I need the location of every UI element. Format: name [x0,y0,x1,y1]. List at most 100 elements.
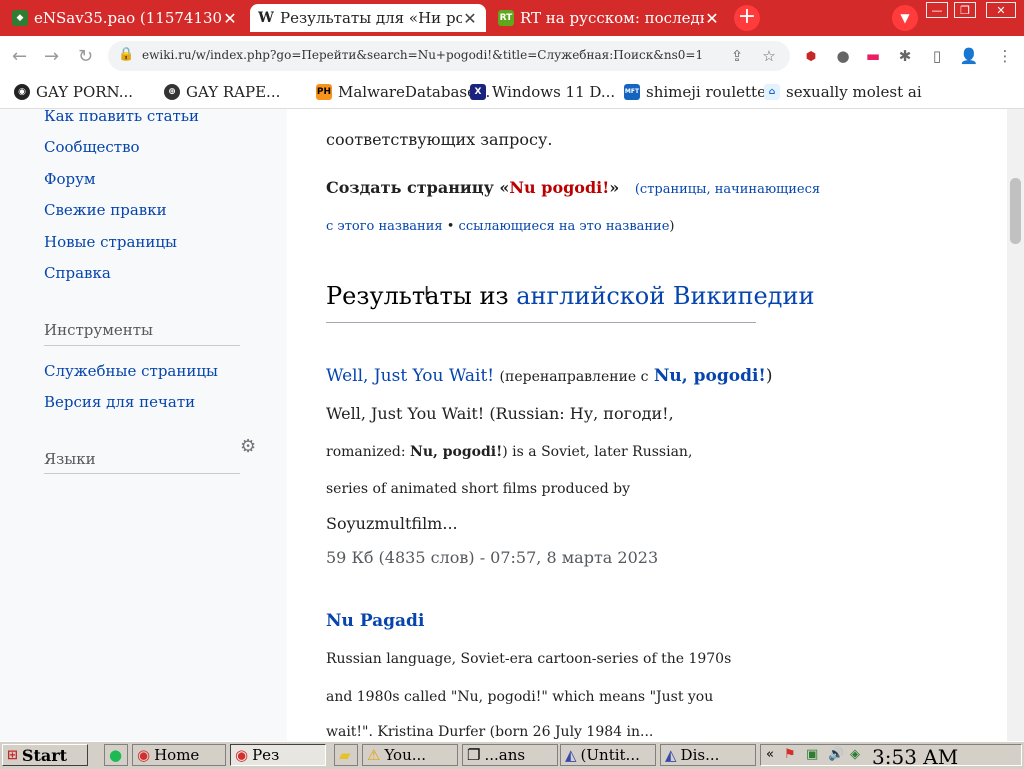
taskbar-app[interactable]: ◭ Dis... [660,744,756,766]
result-snippet: Soyuzmultfilm... [326,514,458,533]
result-snippet: series of animated short films produced … [326,481,631,497]
back-icon[interactable]: ← [12,46,27,67]
create-page-line: Создать страницу «Nu pogodi!» (страницы,… [326,178,821,197]
result-title-link[interactable]: Nu Pagadi [326,611,424,631]
create-page-link[interactable]: Nu pogodi! [509,178,609,197]
chrome-icon: ◉ [235,746,249,764]
what-links-here-link[interactable]: ссылающиеся на это название [459,219,670,234]
menu-icon[interactable]: ⋮ [994,45,1016,67]
star-icon[interactable]: ☆ [758,45,780,67]
taskbar-app[interactable]: ◭ (Untit... [560,744,656,766]
gear-icon[interactable]: ⚙ [240,436,256,457]
close-icon[interactable]: ✕ [704,9,720,28]
sidebar-item-recent-changes[interactable]: Свежие правки [44,201,167,219]
tray-app-icon[interactable]: ◈ [850,747,860,762]
tab-image[interactable]: ◆ eNSav35.pao (115741306 ✕ [4,4,246,32]
extension-flag-icon[interactable]: ▬ [862,45,884,67]
tools-heading: Инструменты [44,321,153,339]
chrome-icon: ◉ [137,746,151,764]
image-viewer-icon: ◆ [12,10,28,26]
sidebar-item-community[interactable]: Сообщество [44,138,140,156]
network-icon[interactable]: ▣ [806,747,818,762]
bookmark-logo-icon: ⌂ [764,84,780,100]
divider [326,322,756,323]
profile-icon[interactable]: 👤 [958,45,980,67]
paint-icon: ◭ [565,746,577,764]
wikipedia-icon: W [258,10,274,26]
flag-icon[interactable]: ⚑ [784,747,796,762]
reload-icon[interactable]: ↻ [78,46,93,67]
window-close-button[interactable]: ✕ [986,2,1016,18]
sidebar-item-help[interactable]: Справка [44,264,111,282]
share-icon[interactable]: ⇪ [726,45,748,67]
tray-expand-icon[interactable]: « [766,747,774,762]
paint-icon: ◭ [665,746,677,764]
prefix-pages-link-cont[interactable]: с этого названия [326,219,443,234]
tab-title: eNSav35.pao (115741306 [34,9,222,27]
create-page-note: с этого названия • ссылающиеся на это на… [326,219,675,234]
forward-icon[interactable]: → [44,46,59,67]
english-wikipedia-link[interactable]: английской Википедии [516,282,814,310]
warning-icon: ⚠ [367,746,381,764]
extension-avatar-icon[interactable]: ● [832,45,854,67]
sidebar-item-print-version[interactable]: Версия для печати [44,393,195,411]
tab-rt[interactable]: RT RT на русском: последни ✕ [490,4,728,32]
start-button[interactable]: ⊞ Start [2,744,88,766]
new-tab-button[interactable]: + [734,5,760,31]
result-snippet: Russian language, Soviet-era cartoon-ser… [326,651,732,667]
bookmark-item[interactable]: PH MalwareDatabase... [316,80,490,104]
result-title-link[interactable]: Well, Just You Wait! [326,366,494,386]
languages-heading: Языки [44,450,96,468]
restore-button[interactable]: ❐ [954,2,976,18]
divider [44,473,240,474]
bookmark-item[interactable]: MFT shimeji roulette [624,80,766,104]
redirect-link[interactable]: Nu, pogodi! [654,366,766,386]
prefix-pages-link[interactable]: (страницы, начинающиеся [635,182,820,197]
bookmark-item[interactable]: ◉ GAY PORN... [14,80,133,104]
puzzle-icon[interactable]: ✱ [894,45,916,67]
taskbar-app[interactable]: ▰ [334,744,358,766]
taskbar-app[interactable]: ◉ Home [132,744,226,766]
divider [44,345,240,346]
sidebar-item-help-edit[interactable]: Как править статьи [44,107,199,121]
text-cursor-icon: I [424,283,430,304]
interwiki-heading: Результаты из английской Википедии [326,282,815,310]
sidebar-item-special-pages[interactable]: Служебные страницы [44,362,218,380]
windows-logo-icon: ⊞ [7,747,18,763]
taskbar-app-active[interactable]: ◉ Рез [230,744,326,766]
ublock-icon[interactable]: ⬢ [800,45,822,67]
taskbar-app[interactable]: ❐ ...ans [462,744,558,766]
taskbar-app[interactable]: ● [104,744,128,766]
volume-icon[interactable]: 🔊 [828,747,844,762]
globe-icon: ⊕ [164,84,180,100]
minimize-button[interactable]: — [926,2,948,18]
sidebar-item-forum[interactable]: Форум [44,170,96,188]
close-icon[interactable]: ✕ [462,9,478,28]
url-text[interactable]: ewiki.ru/w/index.php?go=Перейти&search=N… [142,48,703,62]
lock-icon[interactable]: 🔒 [118,47,134,62]
window-stack-icon: ❐ [467,746,481,764]
taskbar-app[interactable]: ⚠ You... [362,744,458,766]
mft-icon: MFT [624,84,640,100]
bookmark-item[interactable]: ⊕ GAY RAPE... [164,80,280,104]
result-meta: 59 Кб (4835 слов) - 07:57, 8 марта 2023 [326,548,659,567]
steam-icon: ◉ [14,84,30,100]
x-icon: X [470,84,486,100]
search-results [287,109,1007,741]
ph-icon: PH [316,84,332,100]
tab-wikipedia[interactable]: W Результаты для «Ни роооо ✕ [250,4,486,32]
result-snippet: and 1980s called "Nu, pogodi!" which mea… [326,689,714,705]
close-icon[interactable]: ✕ [222,9,238,28]
spotify-icon: ● [109,746,123,764]
clock[interactable]: 3:53 AM [872,745,958,769]
bookmark-item[interactable]: ⌂ sexually molest ai [764,80,922,104]
sidebar-item-new-pages[interactable]: Новые страницы [44,233,177,251]
tab-title: RT на русском: последни [520,9,704,27]
tab-title: Результаты для «Ни роооо [280,9,462,27]
bookmark-item[interactable]: X Windows 11 D... [470,80,615,104]
result-snippet: romanized: Nu, pogodi!) is a Soviet, lat… [326,444,693,460]
tab-search-button[interactable]: ▼ [892,5,918,31]
result-snippet: Well, Just You Wait! (Russian: Ну, погод… [326,404,674,423]
scrollbar-thumb[interactable] [1010,178,1021,244]
sidebar-icon[interactable]: ▯ [926,45,948,67]
